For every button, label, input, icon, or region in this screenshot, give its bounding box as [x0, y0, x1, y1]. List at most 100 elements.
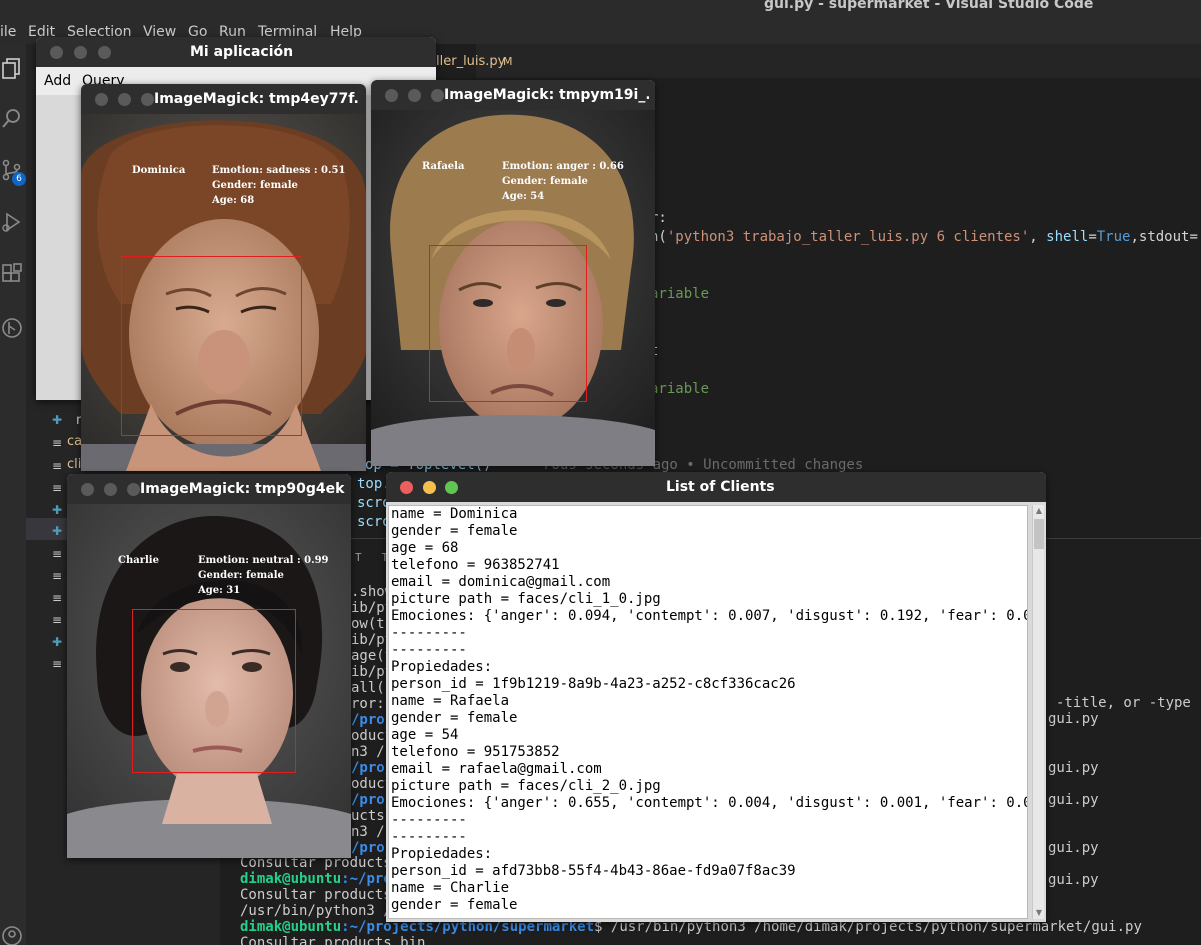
scroll-down-icon[interactable]: ▼: [1033, 907, 1045, 919]
python-file-icon: ✚: [52, 413, 63, 427]
run-debug-icon[interactable]: [0, 210, 26, 236]
text-file-icon: ≡: [52, 613, 63, 627]
maximize-button[interactable]: [127, 483, 140, 496]
image-window-charlie: ImageMagick: tmp90g4ek... Charlie Emotio…: [67, 474, 351, 858]
text-file-icon: ≡: [52, 481, 63, 495]
client-text-line: Propiedades:: [391, 846, 493, 862]
image-window-titlebar[interactable]: ImageMagick: tmp4ey77f...: [81, 84, 366, 114]
client-text-line: ---------: [391, 625, 467, 641]
face-emotion-label: Emotion: neutral : 0.99: [198, 555, 329, 566]
scm-badge: 6: [12, 172, 26, 186]
client-text-line: gender = female: [391, 523, 518, 539]
maximize-button[interactable]: [431, 89, 444, 102]
sidebar-file[interactable]: ca: [67, 434, 82, 449]
close-button[interactable]: [81, 483, 94, 496]
list-window-title: List of Clients: [666, 479, 775, 495]
text-file-icon: ≡: [52, 657, 63, 671]
python-file-icon: ✚: [52, 503, 63, 517]
python-file-icon: ✚: [52, 524, 63, 538]
image-window-rafaela: ImageMagick: tmpym19i_... Rafaela Emotio…: [371, 80, 655, 466]
maximize-button[interactable]: [141, 93, 154, 106]
app-window-title: Mi aplicación: [190, 44, 294, 60]
terminal-line: gui.py: [1048, 760, 1099, 776]
sidebar-file[interactable]: cli: [67, 457, 81, 472]
client-text-line: Propiedades:: [391, 659, 493, 675]
image-window-title: ImageMagick: tmp90g4ek...: [140, 481, 345, 497]
client-text-line: ---------: [391, 829, 467, 845]
terminal-tabs[interactable]: T T: [355, 551, 388, 564]
image-window-titlebar[interactable]: ImageMagick: tmp90g4ek...: [67, 474, 351, 504]
minimize-button[interactable]: [74, 46, 87, 59]
account-icon[interactable]: [0, 924, 26, 945]
face-detection-box: [132, 609, 296, 773]
menu-add[interactable]: Add: [44, 73, 71, 89]
tab-label: ller_luis.py: [436, 54, 506, 69]
maximize-button[interactable]: [445, 481, 458, 494]
app-window-titlebar[interactable]: Mi aplicación: [36, 37, 436, 67]
terminal-line: gui.py: [1048, 872, 1099, 888]
close-button[interactable]: [385, 89, 398, 102]
extensions-icon[interactable]: [0, 262, 26, 288]
face-photo: Dominica Emotion: sadness : 0.51 Gender:…: [81, 114, 366, 471]
terminal-error-text: -title, or -type: [1056, 695, 1191, 711]
explorer-icon[interactable]: [0, 56, 26, 82]
scroll-up-icon[interactable]: ▲: [1033, 505, 1045, 517]
image-window-title: ImageMagick: tmpym19i_...: [444, 87, 649, 103]
text-file-icon: ≡: [52, 547, 63, 561]
face-emotion-label: Emotion: anger : 0.66: [502, 161, 624, 172]
terminal-prompt: dimak@ubuntu:~/proj: [240, 871, 400, 887]
code-comment: ariable: [650, 286, 710, 302]
tab-modified-marker: M: [503, 55, 513, 68]
list-window-titlebar[interactable]: List of Clients: [386, 472, 1046, 502]
client-text-line: ---------: [391, 812, 467, 828]
desktop: gui.py - supermarket - Visual Studio Cod…: [0, 0, 1201, 945]
image-window-titlebar[interactable]: ImageMagick: tmpym19i_...: [371, 80, 655, 110]
image-window-title: ImageMagick: tmp4ey77f...: [154, 91, 360, 107]
close-button[interactable]: [95, 93, 108, 106]
client-text-line: email = rafaela@gmail.com: [391, 761, 602, 777]
face-detection-box: [429, 245, 587, 402]
client-text-line: name = Charlie: [391, 880, 510, 896]
client-text-line: gender = female: [391, 897, 518, 913]
close-button[interactable]: [50, 46, 63, 59]
menu-file[interactable]: ile: [0, 24, 16, 40]
client-text-line: telefono = 951753852: [391, 744, 560, 760]
minimize-button[interactable]: [104, 483, 117, 496]
maximize-button[interactable]: [98, 46, 111, 59]
client-text-line: person_id = afd73bb8-55f4-4b43-86ae-fd9a…: [391, 863, 796, 879]
client-text-line: gender = female: [391, 710, 518, 726]
search-icon[interactable]: [0, 106, 26, 132]
list-window-body: name = Dominica gender = female age = 68 te…: [386, 502, 1046, 922]
prompt-user: dimak@ubuntu: [240, 871, 342, 887]
face-photo: Charlie Emotion: neutral : 0.99 Gender: …: [67, 504, 351, 858]
text-file-icon: ≡: [52, 569, 63, 583]
clients-text-area[interactable]: name = Dominica gender = female age = 68 te…: [388, 505, 1028, 919]
face-gender-label: Gender: female: [212, 180, 298, 191]
client-text-line: picture path = faces/cli_1_0.jpg: [391, 591, 661, 607]
face-detection-box: [121, 256, 302, 436]
face-age-label: Age: 68: [212, 195, 255, 206]
terminal-line: Consultar products bin: [240, 935, 426, 945]
scrollbar-thumb[interactable]: [1034, 519, 1044, 549]
face-name-label: Charlie: [118, 555, 159, 566]
client-text-line: age = 54: [391, 727, 459, 743]
text-file-icon: ≡: [52, 436, 63, 450]
vscode-titlebar: gui.py - supermarket - Visual Studio Cod…: [0, 0, 1201, 14]
client-text-line: person_id = 1f9b1219-8a9b-4a23-a252-c8cf…: [391, 676, 796, 692]
close-button[interactable]: [400, 481, 413, 494]
image-window-dominica: ImageMagick: tmp4ey77f... Dominica Emoti…: [81, 84, 366, 471]
minimize-button[interactable]: [118, 93, 131, 106]
face-name-label: Rafaela: [422, 161, 465, 172]
prompt-user: dimak@ubuntu: [240, 919, 342, 935]
terminal-line: gui.py: [1048, 840, 1099, 856]
git-graph-icon[interactable]: [0, 316, 26, 342]
terminal-line: gui.py: [1048, 792, 1099, 808]
client-text-line: Emociones: {'anger': 0.655, 'contempt': …: [391, 795, 1028, 811]
minimize-button[interactable]: [408, 89, 421, 102]
minimize-button[interactable]: [423, 481, 436, 494]
code-comment: ariable: [650, 381, 710, 397]
vertical-scrollbar[interactable]: ▲ ▼: [1032, 505, 1044, 919]
terminal-line: Consultar products: [240, 887, 392, 903]
terminal-line: gui.py: [1048, 711, 1099, 727]
activity-bar: 6: [0, 44, 26, 945]
